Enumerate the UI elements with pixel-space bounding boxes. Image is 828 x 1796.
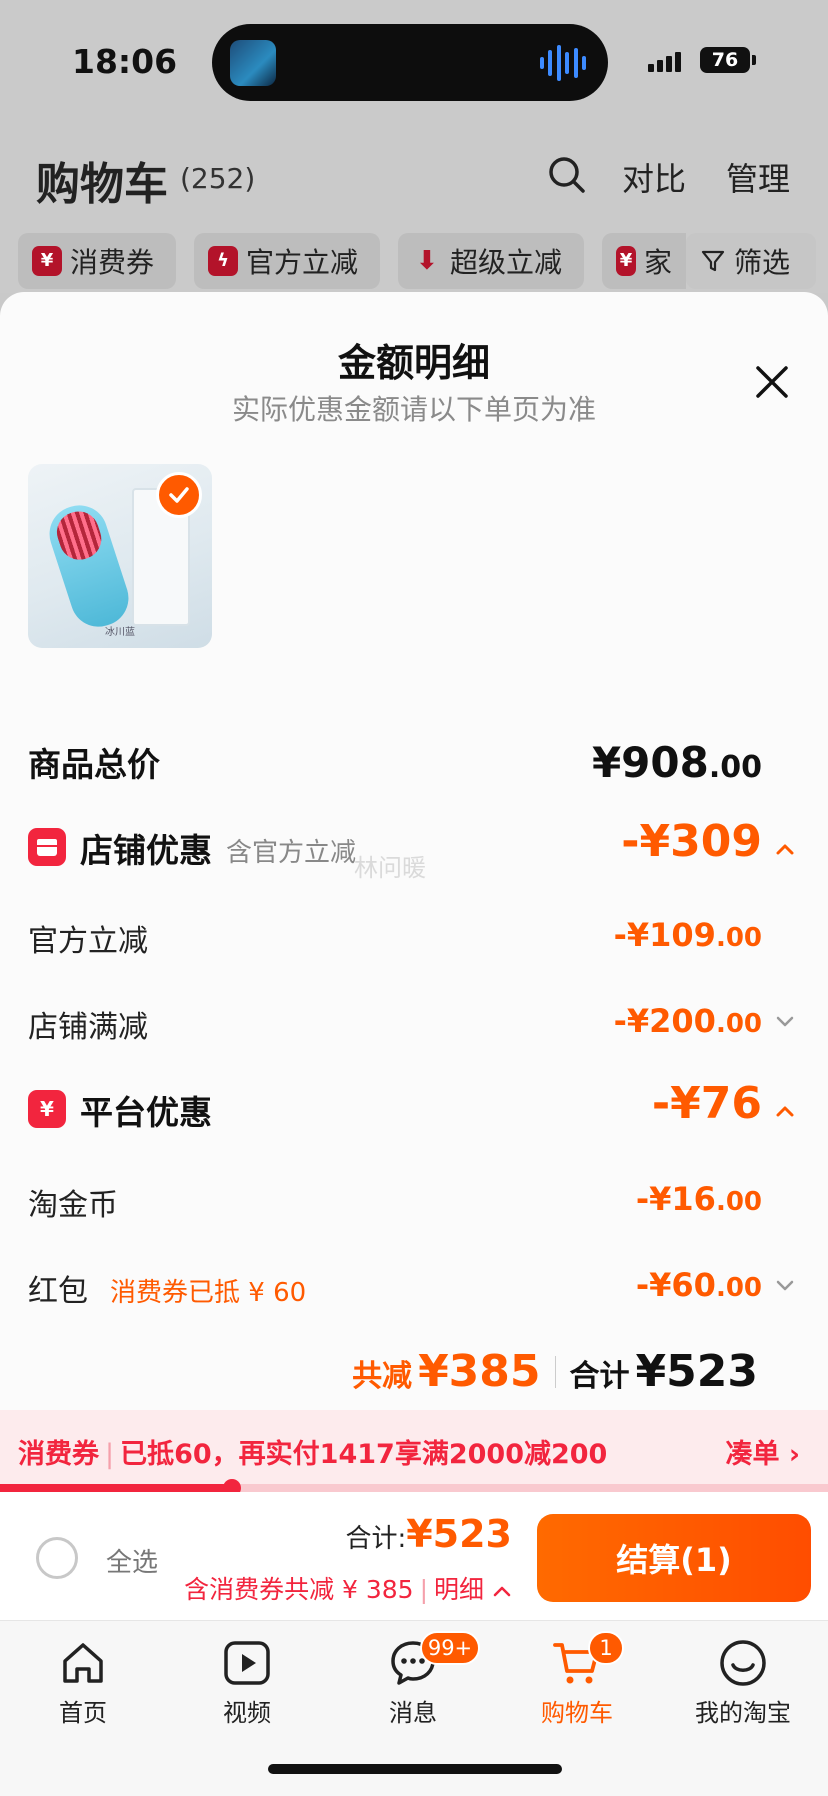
redpacket-note: 消费券已抵 ¥ 60 bbox=[110, 1278, 307, 1308]
chevron-up-icon[interactable] bbox=[774, 1100, 796, 1122]
coupon-icon: ¥ bbox=[616, 246, 636, 276]
coupon-strip[interactable]: 消费券 | 已抵60，再实付1417享满2000减200 凑单 › bbox=[0, 1410, 828, 1492]
compare-button[interactable]: 对比 bbox=[622, 154, 686, 200]
tab-cart[interactable]: 购物车 1 bbox=[512, 1631, 642, 1728]
saved-label: 共减 bbox=[352, 1359, 413, 1394]
sum-total-value: ¥523 bbox=[635, 1346, 758, 1397]
total-price-label: 商品总价 bbox=[28, 745, 160, 784]
chip-label: 官方立减 bbox=[246, 246, 359, 279]
redpacket-amount: -¥60.00 bbox=[635, 1266, 762, 1304]
store-fullreduce-label: 店铺满减 bbox=[28, 1010, 148, 1045]
search-icon[interactable] bbox=[546, 154, 586, 194]
total-price-value: ¥908.00 bbox=[591, 738, 762, 787]
coupon-progress-fill bbox=[0, 1484, 232, 1492]
checkout-button[interactable]: 结算(1) bbox=[537, 1514, 811, 1602]
coupon-text: 消费券 | 已抵60，再实付1417享满2000减200 bbox=[18, 1439, 608, 1470]
filter-chip-official[interactable]: ϟ 官方立减 bbox=[194, 233, 380, 289]
official-discount-amount: -¥109.00 bbox=[613, 916, 762, 954]
sum-total-label: 合计 bbox=[569, 1359, 630, 1394]
tab-home[interactable]: 首页 bbox=[18, 1637, 148, 1728]
sheet-summary: 共减 ¥385 合计 ¥523 bbox=[352, 1346, 758, 1397]
store-fullreduce-amount: -¥200.00 bbox=[613, 1002, 762, 1040]
home-icon bbox=[63, 1643, 103, 1683]
platform-coupon-icon: ¥ bbox=[28, 1090, 66, 1128]
checkout-total-value: ¥523 bbox=[406, 1512, 512, 1556]
close-icon[interactable] bbox=[748, 358, 796, 406]
chevron-down-icon[interactable] bbox=[774, 1010, 796, 1032]
taojinbi-amount: -¥16.00 bbox=[635, 1180, 762, 1218]
filter-chip-coupon[interactable]: ¥ 消费券 bbox=[18, 233, 176, 289]
platform-discount-title: 平台优惠 bbox=[80, 1093, 212, 1132]
tab-profile[interactable]: 我的淘宝 bbox=[678, 1637, 808, 1728]
tab-label: 视频 bbox=[223, 1699, 271, 1727]
video-icon bbox=[224, 1641, 270, 1685]
checkout-bar: 全选 合计: ¥523 含消费券共减 ¥ 385 | 明细 结算(1) bbox=[0, 1492, 828, 1620]
dynamic-island bbox=[212, 24, 608, 101]
redpacket-label: 红包 bbox=[28, 1274, 88, 1309]
filter-button[interactable]: 筛选 bbox=[686, 233, 816, 289]
chevron-down-icon[interactable] bbox=[774, 1274, 796, 1296]
watermark: 林问暖 bbox=[354, 854, 426, 882]
store-discount-note: 含官方立减 bbox=[226, 838, 357, 868]
detail-link[interactable]: 明细 bbox=[434, 1575, 484, 1604]
filter-chip-home[interactable]: ¥ 家 bbox=[602, 233, 686, 289]
sheet-title: 金额明细 bbox=[337, 341, 490, 385]
page-title: 购物车 bbox=[36, 159, 168, 210]
tab-label: 我的淘宝 bbox=[695, 1699, 791, 1727]
home-indicator bbox=[268, 1764, 562, 1774]
select-all-radio[interactable] bbox=[36, 1537, 78, 1579]
checkout-note-text: 含消费券共减 ¥ 385 bbox=[184, 1575, 414, 1604]
profile-icon bbox=[720, 1640, 766, 1686]
product-brush bbox=[42, 498, 136, 634]
chevron-up-icon[interactable] bbox=[774, 838, 796, 860]
flash-icon: ϟ bbox=[208, 246, 238, 276]
checkout-total: 合计: ¥523 bbox=[345, 1512, 512, 1556]
chevron-up-icon bbox=[493, 1586, 511, 1597]
checkout-total-label: 合计: bbox=[345, 1524, 407, 1554]
message-badge: 99+ bbox=[420, 1631, 480, 1665]
status-time: 18:06 bbox=[72, 42, 178, 81]
down-arrow-icon: ⬇ bbox=[416, 246, 438, 276]
cart-count: (252) bbox=[180, 162, 256, 195]
tab-label: 消息 bbox=[389, 1699, 437, 1727]
tab-label: 首页 bbox=[59, 1699, 107, 1727]
store-discount-amount: -¥309 bbox=[621, 816, 762, 867]
filter-icon bbox=[701, 250, 725, 272]
battery-tip bbox=[752, 55, 756, 65]
audio-wave-icon bbox=[540, 44, 586, 82]
chip-label: 超级立减 bbox=[450, 246, 563, 279]
signal-icon bbox=[648, 52, 681, 72]
filter-chip-super[interactable]: ⬇ 超级立减 bbox=[398, 233, 584, 289]
tab-messages[interactable]: 消息 99+ bbox=[348, 1631, 480, 1728]
cart-badge: 1 bbox=[588, 1631, 624, 1665]
now-playing-thumbnail bbox=[230, 40, 276, 86]
status-bar: 18:06 76 bbox=[0, 0, 828, 120]
checkout-note[interactable]: 含消费券共减 ¥ 385 | 明细 bbox=[184, 1570, 512, 1606]
tab-video[interactable]: 视频 bbox=[182, 1637, 312, 1728]
amount-detail-sheet: 金额明细 实际优惠金额请以下单页为准 冰川蓝 商品总价 ¥908.00 店铺优惠… bbox=[0, 292, 828, 1410]
chip-label: 消费券 bbox=[70, 246, 155, 279]
battery-icon: 76 bbox=[700, 47, 750, 73]
taojinbi-label: 淘金币 bbox=[28, 1188, 118, 1223]
manage-button[interactable]: 管理 bbox=[726, 154, 790, 200]
cart-header: 购物车 (252) 对比 管理 bbox=[0, 120, 828, 225]
checked-icon[interactable] bbox=[156, 472, 202, 518]
filter-bar: ¥ 消费券 ϟ 官方立减 ⬇ 超级立减 ¥ 家 筛选 bbox=[0, 225, 828, 293]
saved-value: ¥385 bbox=[418, 1346, 541, 1397]
platform-discount-amount: -¥76 bbox=[651, 1078, 762, 1129]
coupon-progress bbox=[0, 1479, 828, 1497]
store-icon bbox=[28, 828, 66, 866]
chip-label: 家 bbox=[643, 246, 672, 279]
add-items-link[interactable]: 凑单 › bbox=[725, 1432, 800, 1471]
divider bbox=[554, 1355, 556, 1388]
coupon-icon: ¥ bbox=[32, 246, 62, 276]
sheet-subtitle: 实际优惠金额请以下单页为准 bbox=[231, 393, 596, 426]
official-discount-label: 官方立减 bbox=[28, 924, 148, 959]
select-all-label[interactable]: 全选 bbox=[106, 1542, 158, 1579]
store-discount-title: 店铺优惠 bbox=[80, 831, 212, 870]
product-caption: 冰川蓝 bbox=[105, 627, 135, 638]
chip-label: 筛选 bbox=[734, 246, 791, 279]
tab-label: 购物车 bbox=[541, 1699, 613, 1727]
